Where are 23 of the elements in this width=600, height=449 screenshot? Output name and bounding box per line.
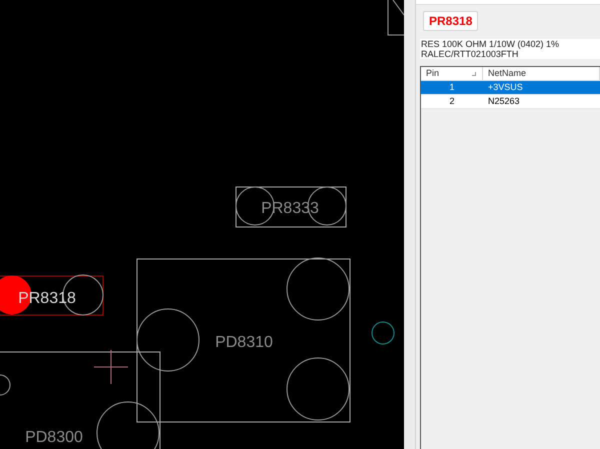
pad [96,402,160,449]
crosshair-icon [94,350,128,384]
via [372,322,394,344]
table-cell-text: +3VSUS [487,81,524,94]
component-label: PD8300 [25,429,83,446]
part-description: RALEC/RTT021003FTH [421,49,520,59]
pad [0,374,10,396]
table-row[interactable]: 2 N25263 [421,95,600,109]
pad [136,308,200,372]
sort-icon [472,72,476,76]
outline-drawing [388,0,404,36]
table-cell-text: 2 [448,95,456,108]
part-button[interactable]: PR8318 [423,11,478,31]
table-cell-text: N25263 [487,95,521,108]
pad [286,258,350,320]
table-row[interactable]: 1 +3VSUS [421,81,600,95]
component-label: PD8310 [215,334,273,351]
column-header[interactable]: Pin [421,67,483,80]
column-header[interactable]: NetName [483,67,600,80]
part-description: RES 100K OHM 1/10W (0402) 1% [421,39,560,49]
splitter-bar[interactable] [404,0,416,449]
pad [286,358,350,420]
table-cell-text: 1 [448,81,456,94]
